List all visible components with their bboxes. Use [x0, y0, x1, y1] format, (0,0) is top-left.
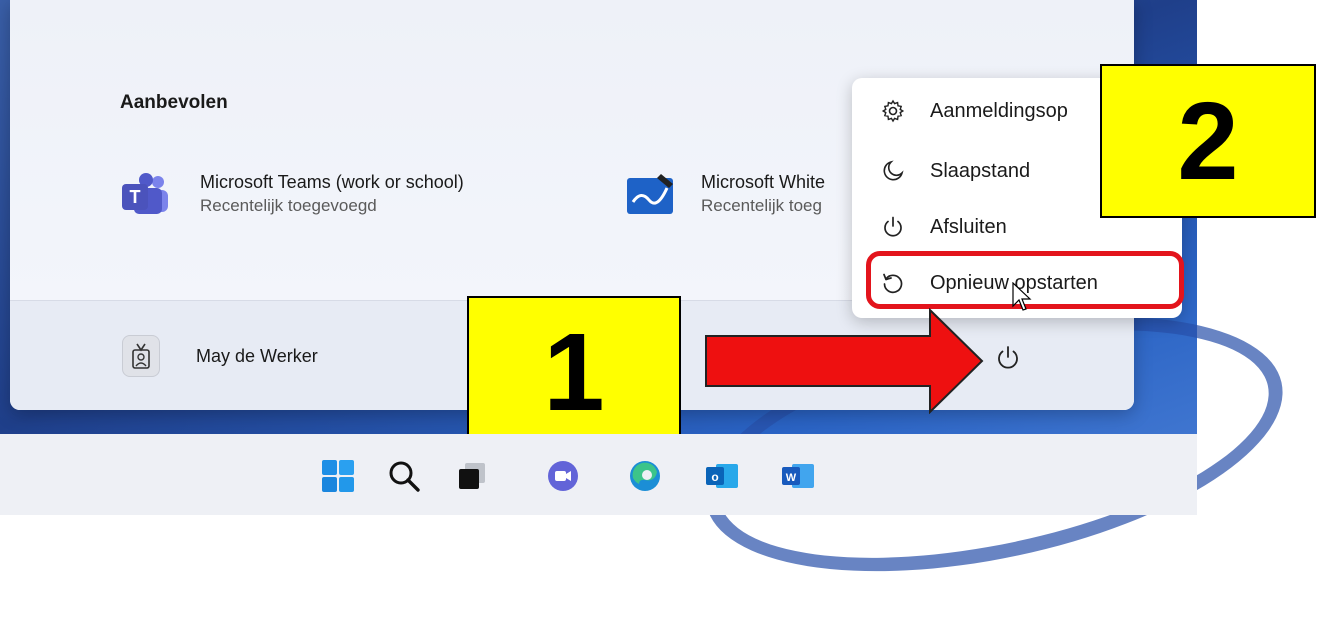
teams-chat-icon[interactable]	[543, 456, 583, 496]
user-account[interactable]: May de Werker	[122, 335, 318, 377]
mouse-cursor-icon	[1012, 281, 1032, 317]
recommended-item-subtitle: Recentelijk toegevoegd	[200, 196, 377, 215]
power-icon	[878, 212, 908, 242]
power-button[interactable]	[988, 338, 1028, 378]
recommended-item-name: Microsoft White	[701, 172, 826, 192]
svg-text:W: W	[786, 472, 797, 484]
whiteboard-icon	[625, 172, 675, 216]
svg-text:T: T	[130, 187, 141, 207]
callout-step-1: 1	[467, 296, 681, 448]
teams-icon: T	[120, 172, 170, 216]
outlook-icon[interactable]: o	[702, 456, 742, 496]
recommended-title: Aanbevolen	[120, 92, 228, 113]
user-avatar-icon	[122, 335, 160, 377]
user-name: May de Werker	[196, 345, 318, 366]
power-menu-label: Aanmeldingsop	[930, 99, 1068, 122]
recommended-item-whiteboard[interactable]: Microsoft White Recentelijk toeg	[625, 170, 825, 218]
power-menu-label: Slaapstand	[930, 159, 1031, 182]
svg-text:o: o	[711, 470, 718, 484]
moon-icon	[878, 156, 908, 186]
recommended-item-name: Microsoft Teams (work or school)	[200, 172, 464, 192]
windows-start-icon[interactable]	[318, 456, 358, 496]
red-arrow-icon	[705, 308, 984, 414]
task-view-icon[interactable]	[452, 456, 492, 496]
gear-icon	[878, 96, 908, 126]
recommended-item-teams[interactable]: T Microsoft Teams (work or school) Recen…	[120, 170, 464, 218]
power-icon	[998, 346, 1018, 369]
callout-step-2: 2	[1100, 64, 1316, 218]
power-menu-label: Afsluiten	[930, 215, 1007, 238]
word-icon[interactable]: W	[778, 456, 818, 496]
search-icon[interactable]	[384, 456, 424, 496]
taskbar	[0, 434, 1197, 515]
recommended-item-subtitle: Recentelijk toeg	[701, 196, 822, 215]
edge-icon[interactable]	[625, 456, 665, 496]
